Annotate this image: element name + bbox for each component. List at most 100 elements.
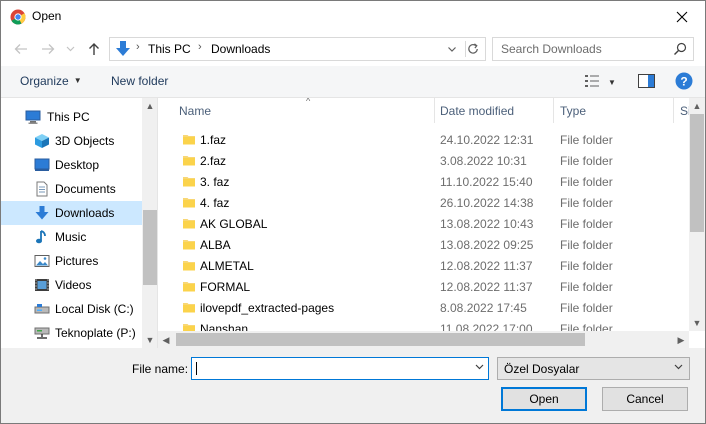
view-dropdown-icon[interactable]: ▼ — [608, 78, 616, 87]
file-name: ALBA — [200, 238, 231, 252]
sidebar-item-this-pc[interactable]: This PC — [1, 105, 142, 129]
help-icon[interactable]: ? — [675, 72, 693, 90]
recent-locations-button[interactable] — [64, 40, 76, 58]
scroll-down-icon[interactable]: ▼ — [689, 315, 705, 331]
file-name-input[interactable] — [191, 357, 489, 380]
sidebar-item-label: Desktop — [55, 158, 100, 172]
file-name: FORMAL — [200, 280, 251, 294]
sidebar-item-label: Documents — [55, 182, 116, 196]
address-bar[interactable]: › This PC › Downloads — [109, 37, 486, 61]
file-type: File folder — [560, 196, 613, 210]
file-name: ilovepdf_extracted-pages — [200, 301, 335, 315]
file-row[interactable]: 3. faz 11.10.2022 15:40 File folder — [158, 171, 689, 192]
sidebar-item-downloads[interactable]: Downloads — [1, 201, 142, 225]
file-row[interactable]: ALMETAL 12.08.2022 11:37 File folder — [158, 255, 689, 276]
folder-icon — [182, 195, 196, 209]
back-arrow-icon — [14, 44, 27, 54]
file-row[interactable]: ALBA 13.08.2022 09:25 File folder — [158, 234, 689, 255]
sidebar-scroll-up-icon[interactable]: ▲ — [142, 98, 157, 114]
file-name: AK GLOBAL — [200, 217, 268, 231]
sidebar-item-label: Videos — [55, 278, 92, 292]
file-row[interactable]: ilovepdf_extracted-pages 8.08.2022 17:45 F… — [158, 297, 689, 318]
sidebar-item-desktop[interactable]: Desktop — [1, 153, 142, 177]
refresh-icon[interactable] — [465, 41, 481, 57]
sidebar-item-videos[interactable]: Videos — [1, 273, 142, 297]
file-date-modified: 24.10.2022 12:31 — [440, 133, 534, 147]
breadcrumb-separator: › — [198, 41, 202, 53]
file-name: 4. faz — [200, 196, 230, 210]
file-type: File folder — [560, 217, 613, 231]
preview-pane-icon[interactable] — [638, 74, 655, 88]
file-row[interactable]: AK GLOBAL 13.08.2022 10:43 File folder — [158, 213, 689, 234]
horizontal-scroll-thumb[interactable] — [176, 333, 585, 346]
file-type: File folder — [560, 301, 613, 315]
sidebar-scroll-down-icon[interactable]: ▼ — [142, 332, 157, 348]
file-row[interactable]: 2.faz 3.08.2022 10:31 File folder — [158, 150, 689, 171]
window-title: Open — [32, 9, 62, 23]
file-row[interactable]: 1.faz 24.10.2022 12:31 File folder — [158, 129, 689, 150]
desktop-icon — [34, 157, 50, 173]
sidebar-item-label: Music — [55, 230, 87, 244]
file-date-modified: 8.08.2022 17:45 — [440, 301, 527, 315]
close-icon — [676, 11, 688, 22]
open-button[interactable]: Open — [501, 387, 587, 411]
dropdown-arrow-icon: ▼ — [73, 76, 82, 85]
chevron-down-icon[interactable] — [475, 362, 484, 372]
file-type-select[interactable]: Özel Dosyalar — [497, 357, 690, 380]
sidebar-item-3d-objects[interactable]: 3D Objects — [1, 129, 142, 153]
sidebar-item-pictures[interactable]: Pictures — [1, 249, 142, 273]
column-header-name[interactable]: ^ Name — [166, 98, 435, 123]
file-type: File folder — [560, 175, 613, 189]
chevron-down-icon — [66, 46, 74, 52]
sidebar-item-music[interactable]: Music — [1, 225, 142, 249]
navigation-row: › This PC › Downloads Search Downloads — [1, 32, 705, 66]
sidebar-item-documents[interactable]: Documents — [1, 177, 142, 201]
file-type: File folder — [560, 133, 613, 147]
breadcrumb-downloads[interactable]: Downloads — [211, 42, 270, 56]
scroll-right-icon[interactable]: ▶ — [673, 332, 689, 348]
command-toolbar: Organize ▼ New folder ▼ ? — [1, 66, 705, 98]
breadcrumb-this-pc[interactable]: This PC — [148, 42, 191, 56]
vertical-scroll-thumb[interactable] — [690, 114, 704, 232]
file-name-label: File name: — [132, 362, 189, 376]
file-list: ^ Name Date modified Type Si 1.faz 24.10.… — [158, 98, 705, 348]
file-type: File folder — [560, 259, 613, 273]
network-drive-icon — [34, 325, 50, 341]
file-row[interactable]: FORMAL 12.08.2022 11:37 File folder — [158, 276, 689, 297]
file-date-modified: 12.08.2022 11:37 — [440, 280, 533, 294]
folder-icon — [182, 300, 196, 314]
organize-label: Organize — [20, 74, 69, 88]
sidebar-item-teknoplate-p[interactable]: Teknoplate (P:) — [1, 321, 142, 345]
up-button[interactable] — [85, 40, 103, 58]
scroll-up-icon[interactable]: ▲ — [689, 98, 705, 114]
folder-icon — [182, 216, 196, 230]
sidebar-item-label: Local Disk (C:) — [55, 302, 134, 316]
view-options-icon[interactable] — [584, 74, 600, 88]
music-icon — [34, 229, 50, 245]
sidebar-item-local-disk-c[interactable]: Local Disk (C:) — [1, 297, 142, 321]
new-folder-button[interactable]: New folder — [111, 74, 168, 88]
column-header-date[interactable]: Date modified — [435, 98, 554, 123]
file-row[interactable]: 4. faz 26.10.2022 14:38 File folder — [158, 192, 689, 213]
close-button[interactable] — [659, 1, 705, 32]
cancel-button[interactable]: Cancel — [602, 387, 688, 411]
file-name: ALMETAL — [200, 259, 254, 273]
folder-icon — [182, 237, 196, 251]
navigation-pane: This PC 3D Objects Desktop Documents Downloa… — [1, 98, 158, 348]
scroll-left-icon[interactable]: ◀ — [158, 332, 174, 348]
organize-button[interactable]: Organize ▼ — [20, 74, 82, 88]
forward-button[interactable] — [39, 40, 57, 58]
sidebar-scroll-thumb[interactable] — [143, 210, 157, 285]
search-box[interactable]: Search Downloads — [492, 37, 694, 61]
back-button[interactable] — [12, 40, 30, 58]
file-name: 1.faz — [200, 133, 227, 147]
documents-icon — [34, 181, 50, 197]
pc-icon — [25, 109, 41, 125]
column-header-type[interactable]: Type — [554, 98, 674, 123]
open-file-dialog: Open › This PC › Downloads Search Downlo… — [0, 0, 706, 424]
address-dropdown-icon[interactable] — [445, 42, 459, 56]
search-placeholder: Search Downloads — [501, 42, 602, 56]
breadcrumb-separator: › — [136, 41, 140, 53]
column-date-label: Date modified — [440, 104, 515, 118]
column-name-label: Name — [179, 104, 212, 118]
